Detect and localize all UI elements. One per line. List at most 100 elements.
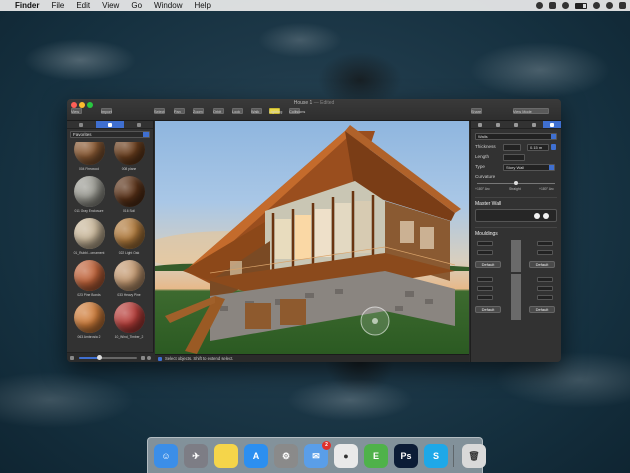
material-swatch	[73, 302, 105, 333]
default-button-3[interactable]: Default	[475, 306, 501, 313]
master-wall-swatch[interactable]	[475, 209, 557, 222]
object-type-value: Walls	[478, 134, 488, 139]
inspector-tabs	[471, 121, 561, 129]
small-size-icon[interactable]	[70, 356, 74, 360]
material-item[interactable]: 01_Rubbl...ornament	[69, 218, 109, 255]
default-button-4[interactable]: Default	[529, 306, 555, 313]
menu-go[interactable]: Go	[131, 1, 142, 10]
moulding-field-10[interactable]	[537, 295, 553, 300]
search-icon[interactable]	[606, 2, 613, 9]
dock-app[interactable]: ☺	[154, 444, 178, 468]
tool-select[interactable]: Select	[154, 108, 165, 114]
wall-type-select[interactable]: Story Wall	[503, 164, 555, 171]
dock-app[interactable]	[214, 444, 238, 468]
menu-window[interactable]: Window	[154, 1, 182, 10]
favorites-select[interactable]: Favorites	[70, 131, 150, 138]
battery-icon[interactable]	[575, 2, 587, 9]
tool-zoom[interactable]: Zoom	[193, 108, 204, 114]
curvature-right-label: +180° Arc	[539, 187, 554, 191]
dock-app[interactable]: E	[364, 444, 388, 468]
tab-camera[interactable]	[507, 121, 525, 128]
material-item[interactable]: 016 Soil	[109, 176, 149, 213]
tab-home[interactable]	[471, 121, 489, 128]
default-button-2[interactable]: Default	[529, 261, 555, 268]
default-button-1[interactable]: Default	[475, 261, 501, 268]
menu-edit[interactable]: Edit	[76, 1, 90, 10]
moulding-field-1[interactable]	[477, 241, 493, 246]
tab-cube[interactable]	[525, 121, 543, 128]
search-icon[interactable]	[147, 356, 151, 360]
curvature-knob[interactable]	[514, 181, 518, 185]
wifi-icon[interactable]	[562, 2, 569, 9]
3d-viewport[interactable]	[155, 121, 469, 354]
moulding-field-5[interactable]	[477, 277, 493, 282]
moulding-field-4[interactable]	[537, 250, 553, 255]
dock-app[interactable]: ✈	[184, 444, 208, 468]
menu-app-name[interactable]: Finder	[15, 1, 39, 10]
material-swatch	[113, 260, 145, 291]
dock-app[interactable]: ●	[334, 444, 358, 468]
moulding-field-2[interactable]	[537, 241, 553, 246]
tab-eyedropper[interactable]	[124, 121, 153, 128]
tab-walls[interactable]	[543, 121, 561, 128]
import-button[interactable]: Import	[101, 108, 112, 114]
user-avatar-icon[interactable]	[593, 2, 600, 9]
material-item[interactable]: 022 Light Oak	[109, 218, 149, 255]
lighting-label: Lighting	[269, 110, 283, 114]
menu-view[interactable]: View	[102, 1, 119, 10]
tab-edit[interactable]	[489, 121, 507, 128]
slider-knob[interactable]	[97, 355, 102, 360]
material-swatch	[113, 218, 145, 249]
material-item[interactable]: 023 Pine Bonds	[69, 260, 109, 297]
tool-look[interactable]: Look	[232, 108, 243, 114]
view-mode-button[interactable]: View Mode	[513, 108, 549, 114]
moulding-field-9[interactable]	[477, 295, 493, 300]
house-render	[155, 125, 469, 354]
menu-help[interactable]: Help	[194, 1, 210, 10]
notification-badge: 2	[322, 441, 331, 450]
share-button[interactable]: Share	[471, 108, 482, 114]
share-label: Share	[471, 110, 482, 114]
material-item[interactable]: 033 Heavy Pine	[109, 260, 149, 297]
tool-walk[interactable]: Walk	[251, 108, 262, 114]
view-button[interactable]: View	[71, 108, 82, 114]
home-icon	[478, 122, 482, 127]
dock-app[interactable]: ✉ 2	[304, 441, 331, 468]
moulding-field-6[interactable]	[537, 277, 553, 282]
notification-center-icon[interactable]	[619, 2, 626, 9]
dock-app[interactable]: Ps	[394, 444, 418, 468]
object-type-select[interactable]: Walls	[475, 133, 557, 140]
material-item[interactable]: 063 Ambrosia 2	[69, 302, 109, 339]
dock-app[interactable]: A	[244, 444, 268, 468]
dock-app[interactable]: 🗑	[462, 444, 486, 468]
material-dot-a	[534, 213, 540, 219]
tab-materials[interactable]	[95, 121, 125, 128]
thickness-stepper[interactable]	[551, 144, 556, 150]
length-field[interactable]	[503, 154, 525, 161]
airplay-icon[interactable]	[549, 2, 556, 9]
moulding-field-3[interactable]	[477, 250, 493, 255]
tab-objects[interactable]	[67, 121, 96, 128]
moulding-field-7[interactable]	[477, 286, 493, 291]
dock-app[interactable]: S	[424, 444, 448, 468]
look-label: Look	[232, 110, 241, 114]
large-size-icon[interactable]	[141, 356, 145, 360]
mouldings-title: Mouldings	[475, 231, 498, 237]
material-item[interactable]: 10_Wind_Timber_2	[109, 302, 149, 339]
tool-collisions[interactable]: Collisions	[289, 108, 305, 114]
tool-pan[interactable]: Pan	[174, 108, 185, 114]
material-swatch	[113, 302, 145, 333]
material-item[interactable]: 008 plane	[109, 142, 149, 171]
moulding-field-8[interactable]	[537, 286, 553, 291]
app-icon: Ps	[400, 451, 412, 461]
thickness-field-a[interactable]	[503, 144, 521, 151]
menu-file[interactable]: File	[51, 1, 64, 10]
tool-orbit[interactable]: Orbit	[213, 108, 224, 114]
status-icon[interactable]	[536, 2, 543, 9]
camera-icon	[514, 122, 518, 127]
material-item[interactable]: 011 Gray Enclosure	[69, 176, 109, 213]
dock-app[interactable]: ⚙	[274, 444, 298, 468]
tool-lighting[interactable]: Lighting	[269, 108, 283, 114]
material-item[interactable]: 004 Firewood	[69, 142, 109, 171]
thickness-field[interactable]: 0.15 m	[527, 144, 549, 151]
